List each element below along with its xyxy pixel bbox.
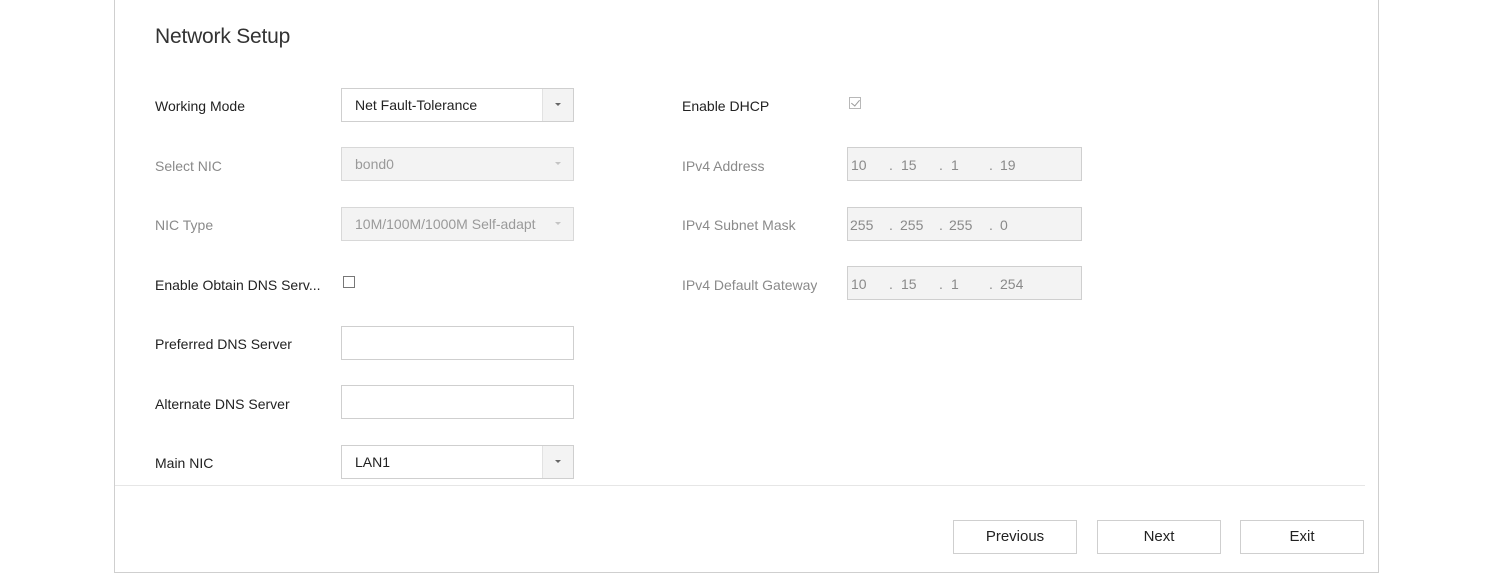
ip-separator: . xyxy=(889,157,893,173)
page-title: Network Setup xyxy=(155,25,291,48)
main-nic-dropdown-button[interactable] xyxy=(542,446,573,478)
previous-button[interactable]: Previous xyxy=(953,520,1077,554)
ipv4-address-octet-3: 1 xyxy=(951,157,959,173)
nic-type-dropdown-button xyxy=(543,208,573,240)
ipv4-default-gateway-octet-2: 15 xyxy=(901,276,917,292)
ip-separator: . xyxy=(889,217,893,233)
preferred-dns-label: Preferred DNS Server xyxy=(155,336,292,352)
ipv4-address-octet-2: 15 xyxy=(901,157,917,173)
ip-separator: . xyxy=(889,276,893,292)
main-nic-label: Main NIC xyxy=(155,455,214,471)
ipv4-default-gateway-field: 10 . 15 . 1 . 254 xyxy=(847,266,1082,300)
ip-separator: . xyxy=(989,217,993,233)
ip-separator: . xyxy=(989,276,993,292)
enable-obtain-dns-checkbox[interactable] xyxy=(343,276,355,288)
alternate-dns-input[interactable] xyxy=(341,385,574,419)
chevron-down-icon xyxy=(555,103,561,106)
ipv4-default-gateway-octet-1: 10 xyxy=(851,276,867,292)
select-nic-label: Select NIC xyxy=(155,158,222,174)
nic-type-select: 10M/100M/1000M Self-adapt xyxy=(341,207,574,241)
working-mode-select[interactable]: Net Fault-Tolerance xyxy=(341,88,574,122)
select-nic-select: bond0 xyxy=(341,147,574,181)
ipv4-subnet-mask-octet-4: 0 xyxy=(1000,217,1008,233)
ipv4-default-gateway-label: IPv4 Default Gateway xyxy=(682,277,818,293)
nic-type-value: 10M/100M/1000M Self-adapt xyxy=(355,216,536,232)
ipv4-subnet-mask-field: 255 . 255 . 255 . 0 xyxy=(847,207,1082,241)
nic-type-label: NIC Type xyxy=(155,217,214,233)
enable-dhcp-checkbox[interactable] xyxy=(849,97,861,109)
chevron-down-icon xyxy=(555,460,561,463)
ip-separator: . xyxy=(939,276,943,292)
main-nic-select[interactable]: LAN1 xyxy=(341,445,574,479)
ipv4-address-label: IPv4 Address xyxy=(682,158,765,174)
ipv4-subnet-mask-octet-1: 255 xyxy=(850,217,874,233)
chevron-down-icon xyxy=(555,222,561,225)
ipv4-address-octet-1: 10 xyxy=(851,157,867,173)
network-setup-dialog: Network Setup Working Mode Net Fault-Tol… xyxy=(114,0,1379,573)
ipv4-default-gateway-octet-4: 254 xyxy=(1000,276,1024,292)
ip-separator: . xyxy=(939,217,943,233)
working-mode-dropdown-button[interactable] xyxy=(542,89,573,121)
ipv4-default-gateway-octet-3: 1 xyxy=(951,276,959,292)
exit-button[interactable]: Exit xyxy=(1240,520,1364,554)
working-mode-label: Working Mode xyxy=(155,98,246,114)
alternate-dns-label: Alternate DNS Server xyxy=(155,396,290,412)
ipv4-subnet-mask-octet-3: 255 xyxy=(949,217,973,233)
ipv4-subnet-mask-label: IPv4 Subnet Mask xyxy=(682,217,796,233)
ip-separator: . xyxy=(989,157,993,173)
ipv4-address-field: 10 . 15 . 1 . 19 xyxy=(847,147,1082,181)
enable-dhcp-label: Enable DHCP xyxy=(682,98,770,114)
preferred-dns-input[interactable] xyxy=(341,326,574,360)
next-button[interactable]: Next xyxy=(1097,520,1221,554)
footer-divider xyxy=(115,485,1365,486)
chevron-down-icon xyxy=(555,162,561,165)
ipv4-address-octet-4: 19 xyxy=(1000,157,1016,173)
enable-obtain-dns-label: Enable Obtain DNS Serv... xyxy=(155,277,321,293)
select-nic-dropdown-button xyxy=(543,148,573,180)
checkmark-icon xyxy=(851,97,860,107)
working-mode-value: Net Fault-Tolerance xyxy=(355,97,478,113)
ipv4-subnet-mask-octet-2: 255 xyxy=(900,217,924,233)
select-nic-value: bond0 xyxy=(355,156,394,172)
main-nic-value: LAN1 xyxy=(355,454,391,470)
ip-separator: . xyxy=(939,157,943,173)
